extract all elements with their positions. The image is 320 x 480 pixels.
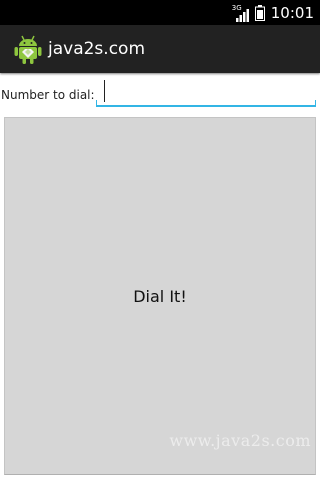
dial-it-label: Dial It! xyxy=(133,286,187,306)
signal-indicator: 3G xyxy=(232,3,250,23)
dial-input-row: Number to dial: xyxy=(0,78,320,112)
status-indicators: 3G 10:01 xyxy=(232,0,314,25)
input-underline xyxy=(96,105,316,107)
app-title: java2s.com xyxy=(48,39,146,59)
status-bar: 3G 10:01 xyxy=(0,0,320,25)
text-cursor xyxy=(104,80,105,102)
battery-icon xyxy=(254,4,265,21)
android-robot-icon[interactable] xyxy=(14,33,42,65)
status-clock: 10:01 xyxy=(270,3,314,22)
signal-icon xyxy=(235,8,249,22)
dial-it-button[interactable]: Dial It! www.java2s.com xyxy=(4,117,316,475)
watermark: www.java2s.com xyxy=(169,431,311,450)
action-bar: java2s.com xyxy=(0,25,320,73)
input-underline-left-edge xyxy=(96,100,97,106)
number-to-dial-label: Number to dial: xyxy=(1,88,95,102)
input-underline-right-edge xyxy=(315,100,316,106)
